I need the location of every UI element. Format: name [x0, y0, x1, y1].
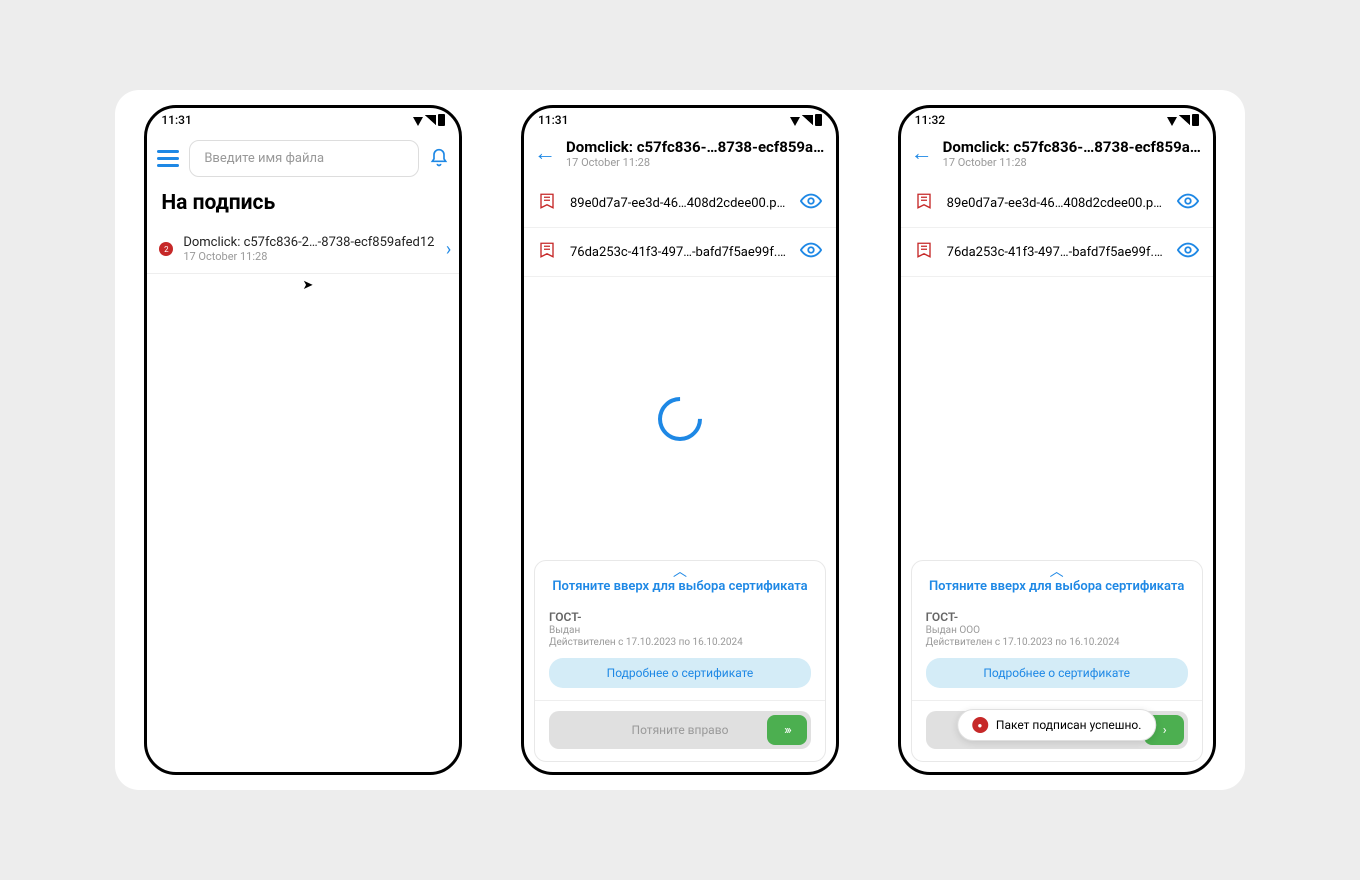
- file-name: 76da253c-41f3-497…-bafd7f5ae99f.pdf: [570, 245, 786, 260]
- status-icons: [790, 114, 822, 126]
- header-timestamp: 17 October 11:28: [943, 156, 1203, 169]
- item-title: Domclick: c57fc836-2…-8738-ecf859afed12: [183, 235, 436, 250]
- file-row[interactable]: 89e0d7a7-ee3d-46…408d2cdee00.pdf: [524, 179, 836, 228]
- sheet-title: Потяните вверх для выбора сертификата: [535, 579, 825, 594]
- slide-handle[interactable]: ›››: [767, 715, 807, 745]
- status-bar: 11:31: [524, 108, 836, 132]
- screen-3: 11:32 ← Domclick: c57fc836-…8738-ecf859a…: [898, 105, 1216, 775]
- cert-issued: Выдан ООО: [926, 625, 1188, 636]
- sheet-title: Потяните вверх для выбора сертификата: [912, 579, 1202, 594]
- toast-text: Пакет подписан успешно.: [996, 718, 1141, 732]
- file-name: 76da253c-41f3-497…-bafd7f5ae99f.pdf: [947, 245, 1163, 260]
- bell-icon[interactable]: [429, 148, 449, 170]
- success-toast: ● Пакет подписан успешно.: [957, 709, 1156, 741]
- eye-icon[interactable]: [1177, 193, 1199, 213]
- certificate-sheet[interactable]: ︿ Потяните вверх для выбора сертификата …: [911, 560, 1203, 762]
- document-icon: [538, 240, 556, 264]
- item-timestamp: 17 October 11:28: [183, 250, 436, 263]
- count-badge: 2: [159, 242, 173, 256]
- toast-icon: ●: [972, 717, 988, 733]
- more-button[interactable]: Подробнее о сертификате: [926, 658, 1188, 688]
- signing-item[interactable]: 2 Domclick: c57fc836-2…-8738-ecf859afed1…: [147, 225, 459, 274]
- more-button[interactable]: Подробнее о сертификате: [549, 658, 811, 688]
- file-row[interactable]: 89e0d7a7-ee3d-46…408d2cdee00.pdf: [901, 179, 1213, 228]
- status-icons: [413, 114, 445, 126]
- document-icon: [915, 240, 933, 264]
- file-name: 89e0d7a7-ee3d-46…408d2cdee00.pdf: [947, 196, 1163, 211]
- certificate-info: ГОСТ- Выдан Действителен с 17.10.2023 по…: [535, 600, 825, 701]
- cert-issued: Выдан: [549, 625, 811, 636]
- back-icon[interactable]: ←: [534, 138, 556, 166]
- file-row[interactable]: 76da253c-41f3-497…-bafd7f5ae99f.pdf: [524, 228, 836, 277]
- status-bar: 11:31: [147, 108, 459, 132]
- sign-slider[interactable]: Потяните вправо ›››: [549, 711, 811, 749]
- eye-icon[interactable]: [800, 242, 822, 262]
- file-name: 89e0d7a7-ee3d-46…408d2cdee00.pdf: [570, 196, 786, 211]
- loading-area: [524, 277, 836, 560]
- status-icons: [1167, 114, 1199, 126]
- cursor-icon: ➤: [302, 278, 313, 293]
- cert-validity: Действителен с 17.10.2023 по 16.10.2024: [926, 637, 1188, 648]
- file-row[interactable]: 76da253c-41f3-497…-bafd7f5ae99f.pdf: [901, 228, 1213, 277]
- slide-label: Потяните вправо: [632, 723, 729, 737]
- certificate-sheet[interactable]: ︿ Потяните вверх для выбора сертификата …: [534, 560, 826, 762]
- spinner-icon: [649, 387, 711, 449]
- search-input[interactable]: Введите имя файла: [189, 140, 419, 177]
- chevron-right-icon: ›: [446, 239, 451, 260]
- page-title: На подпись: [147, 185, 459, 225]
- screen-2: 11:31 ← Domclick: c57fc836-…8738-ecf859a…: [521, 105, 839, 775]
- header-title: Domclick: c57fc836-…8738-ecf859afed12: [943, 138, 1203, 156]
- header-timestamp: 17 October 11:28: [566, 156, 826, 169]
- back-icon[interactable]: ←: [911, 138, 933, 166]
- document-icon: [915, 191, 933, 215]
- eye-icon[interactable]: [1177, 242, 1199, 262]
- certificate-info: ГОСТ- Выдан ООО Действителен с 17.10.202…: [912, 600, 1202, 701]
- screen-1: 11:31 Введите имя файла На подпись 2 Dom…: [144, 105, 462, 775]
- menu-icon[interactable]: [157, 150, 179, 167]
- status-bar: 11:32: [901, 108, 1213, 132]
- eye-icon[interactable]: [800, 193, 822, 213]
- chevron-up-icon[interactable]: ︿: [535, 565, 825, 579]
- cert-validity: Действителен с 17.10.2023 по 16.10.2024: [549, 637, 811, 648]
- cert-name: ГОСТ-: [549, 610, 811, 624]
- clock: 11:31: [538, 113, 568, 127]
- header-title: Domclick: c57fc836-…8738-ecf859afed12: [566, 138, 826, 156]
- chevron-up-icon[interactable]: ︿: [912, 565, 1202, 579]
- clock: 11:32: [915, 113, 945, 127]
- clock: 11:31: [161, 113, 191, 127]
- document-icon: [538, 191, 556, 215]
- cert-name: ГОСТ-: [926, 610, 1188, 624]
